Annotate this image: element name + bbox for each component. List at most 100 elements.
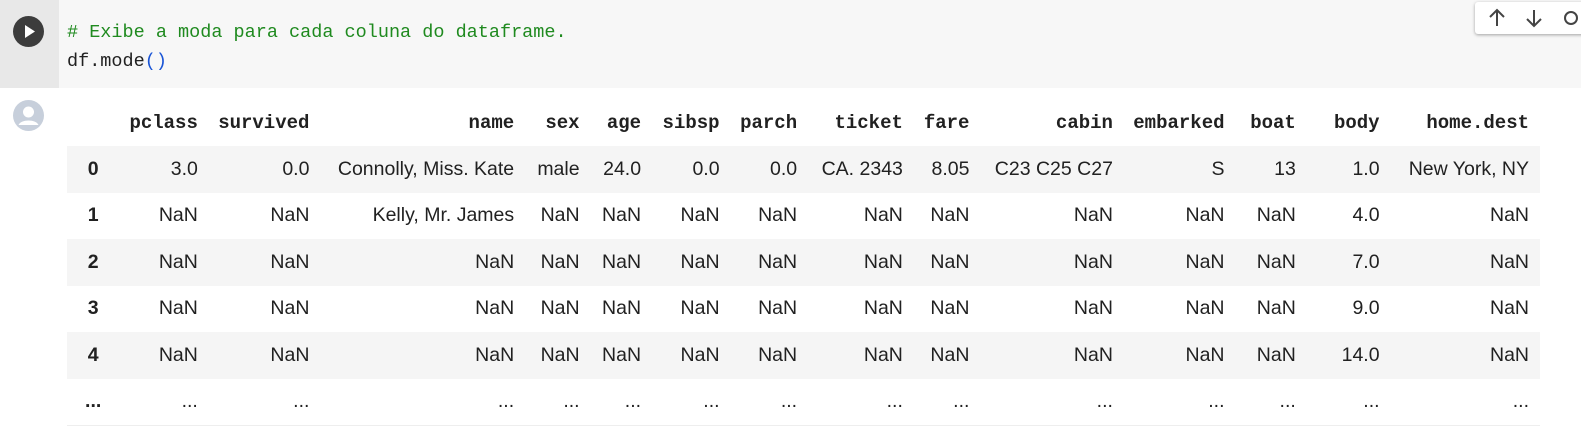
dataframe-table: pclass survived name sex age sibsp parch…: [67, 100, 1540, 426]
table-cell: 8.05: [931, 157, 970, 180]
table-cell: 7.0: [1352, 250, 1380, 273]
table-cell: 24.0: [603, 157, 642, 180]
move-cell-up-button[interactable]: [1485, 6, 1509, 30]
table-cell: ...: [808, 378, 914, 426]
table-cell: ...: [913, 378, 981, 426]
output-avatar: [13, 100, 44, 131]
table-cell: NaN: [863, 250, 903, 273]
table-cell: NaN: [1489, 250, 1529, 273]
link-cell-button[interactable]: [1559, 6, 1581, 30]
table-cell: NaN: [1489, 297, 1529, 320]
table-cell: NaN: [270, 297, 310, 320]
table-cell: ...: [1123, 378, 1236, 426]
code-cell[interactable]: # Exibe a moda para cada coluna do dataf…: [0, 0, 1581, 88]
table-cell: NaN: [602, 297, 642, 320]
table-cell: ...: [1306, 378, 1391, 426]
table-cell: NaN: [1185, 297, 1225, 320]
table-cell: NaN: [540, 204, 580, 227]
table-cell: Kelly, Mr. James: [372, 204, 515, 227]
table-cell: NaN: [158, 343, 198, 366]
code-call: df.mode: [67, 51, 145, 72]
table-cell: NaN: [758, 343, 798, 366]
arrow-down-icon: [1526, 10, 1542, 28]
user-avatar-icon: [13, 100, 44, 131]
table-cell: NaN: [863, 297, 903, 320]
table-cell: 1.0: [1352, 157, 1380, 180]
table-cell: 13: [1274, 157, 1296, 180]
table-cell: NaN: [1073, 343, 1113, 366]
table-cell: NaN: [1185, 250, 1225, 273]
table-cell: NaN: [1256, 343, 1296, 366]
table-cell: NaN: [270, 204, 310, 227]
table-row: 4 NaN NaN NaN NaN NaN NaN NaN NaN NaN NaN NaN NaN 14.…: [67, 332, 1540, 379]
table-cell: NaN: [1073, 297, 1113, 320]
table-row: 1 NaN NaN Kelly, Mr. James NaN NaN NaN NaN NaN Na…: [67, 192, 1540, 239]
table-cell: CA. 2343: [821, 157, 903, 180]
column-header: fare: [923, 112, 970, 134]
table-cell: ...: [1390, 378, 1540, 426]
row-index: 0: [87, 157, 99, 180]
table-row: 2 NaN NaN NaN NaN NaN NaN NaN NaN NaN NaN NaN NaN 7.0…: [67, 239, 1540, 286]
table-cell: NaN: [270, 250, 310, 273]
column-header: sex: [545, 112, 580, 134]
column-header: body: [1333, 112, 1380, 134]
table-cell: NaN: [540, 343, 580, 366]
row-index: ...: [67, 378, 120, 426]
run-cell-button[interactable]: [13, 16, 44, 47]
table-cell: NaN: [1073, 250, 1113, 273]
table-cell: NaN: [540, 250, 580, 273]
column-header: parch: [740, 112, 798, 134]
move-cell-down-button[interactable]: [1522, 6, 1546, 30]
play-icon: [25, 25, 35, 38]
table-cell: NaN: [602, 204, 642, 227]
table-cell: ...: [1235, 378, 1307, 426]
row-index: 2: [87, 250, 99, 273]
table-cell: NaN: [602, 343, 642, 366]
table-cell: NaN: [930, 297, 970, 320]
table-cell: NaN: [475, 250, 515, 273]
table-row: 0 3.0 0.0 Connolly, Miss. Kate male 24.0 0.0 0.…: [67, 146, 1540, 193]
table-header-row: pclass survived name sex age sibsp parch…: [67, 100, 1540, 146]
table-cell: NaN: [1489, 204, 1529, 227]
table-cell: ...: [208, 378, 321, 426]
table-cell: NaN: [680, 250, 720, 273]
table-cell: 0.0: [770, 157, 798, 180]
table-cell: NaN: [930, 250, 970, 273]
table-cell: 4.0: [1352, 204, 1380, 227]
table-cell: NaN: [863, 343, 903, 366]
table-cell: ...: [730, 378, 809, 426]
cell-toolbar: [1475, 2, 1581, 34]
column-header: boat: [1250, 112, 1296, 134]
table-cell: ...: [590, 378, 653, 426]
table-cell: NaN: [758, 250, 798, 273]
table-cell: NaN: [158, 297, 198, 320]
table-cell: NaN: [758, 204, 798, 227]
table-cell: NaN: [758, 297, 798, 320]
table-cell: 0.0: [282, 157, 310, 180]
table-cell: NaN: [602, 250, 642, 273]
column-header: home.dest: [1426, 112, 1529, 134]
code-editor[interactable]: # Exibe a moda para cada coluna do dataf…: [67, 18, 567, 76]
column-header: ticket: [834, 112, 903, 134]
table-cell: New York, NY: [1408, 157, 1529, 180]
table-cell: NaN: [1256, 204, 1296, 227]
table-cell: 3.0: [170, 157, 198, 180]
table-cell: NaN: [158, 250, 198, 273]
table-cell: NaN: [680, 343, 720, 366]
table-cell: 9.0: [1352, 297, 1380, 320]
table-cell: Connolly, Miss. Kate: [337, 157, 515, 180]
table-cell: 14.0: [1341, 343, 1380, 366]
link-icon: [1564, 11, 1578, 25]
index-header: [67, 100, 119, 146]
table-cell: NaN: [270, 343, 310, 366]
table-cell: NaN: [475, 297, 515, 320]
table-row: 3 NaN NaN NaN NaN NaN NaN NaN NaN NaN NaN NaN NaN 9.0…: [67, 285, 1540, 332]
column-header: sibsp: [662, 112, 720, 134]
table-cell: ...: [525, 378, 591, 426]
table-row: ........................................…: [67, 378, 1540, 426]
table-cell: NaN: [863, 204, 903, 227]
table-cell: NaN: [158, 204, 198, 227]
table-cell: NaN: [475, 343, 515, 366]
table-cell: NaN: [680, 297, 720, 320]
table-cell: NaN: [680, 204, 720, 227]
